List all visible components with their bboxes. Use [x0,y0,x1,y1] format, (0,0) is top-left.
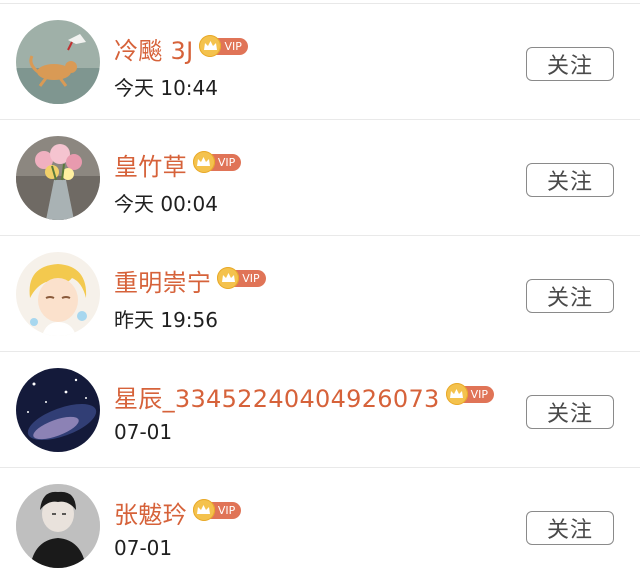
user-name[interactable]: 冷飈 3J [114,31,193,66]
visit-time: 今天 00:04 [114,192,218,216]
list-item[interactable]: 皇竹草 VIP 今天 00:04 关注 [0,120,640,236]
visit-time: 昨天 19:56 [114,308,218,332]
vip-badge: VIP [445,383,494,405]
follow-button[interactable]: 关注 [526,279,614,313]
list-item[interactable]: 张魃玪 VIP 07-01 关注 [0,468,640,584]
avatar[interactable] [16,20,100,104]
avatar[interactable] [16,136,100,220]
crown-icon [445,383,468,405]
visit-time: 07-01 [114,420,173,444]
name-line: 张魃玪 VIP [114,493,242,531]
name-line: 重明崇宁 VIP [114,261,266,299]
vip-badge: VIP [217,267,266,289]
list-item[interactable]: 重明崇宁 VIP 昨天 19:56 关注 [0,236,640,352]
list-item[interactable]: 冷飈 3J VIP 今天 10:44 关注 [0,4,640,120]
user-name[interactable]: 张魃玪 [114,495,187,530]
avatar[interactable] [16,368,100,452]
user-name[interactable]: 皇竹草 [114,147,187,182]
avatar[interactable] [16,252,100,336]
name-line: 皇竹草 VIP [114,145,242,183]
name-line: 冷飈 3J VIP [114,29,248,67]
visit-time: 今天 10:44 [114,76,218,100]
crown-icon [192,151,215,173]
crown-icon [192,499,215,521]
visit-time: 07-01 [114,536,173,560]
avatar[interactable] [16,484,100,568]
vip-badge: VIP [192,499,242,521]
follow-button[interactable]: 关注 [526,511,614,545]
list-item[interactable]: 星辰_33452240404926073 VIP 07-01 关注 [0,352,640,468]
vip-badge: VIP [192,151,242,173]
follow-list: 冷飈 3J VIP 今天 10:44 关注 皇竹草 VIP 今天 00:04 关… [0,0,640,584]
follow-button[interactable]: 关注 [526,395,614,429]
follow-button[interactable]: 关注 [526,47,614,81]
user-name[interactable]: 重明崇宁 [114,263,211,298]
user-name[interactable]: 星辰_33452240404926073 [114,379,440,414]
name-line: 星辰_33452240404926073 VIP [114,377,494,415]
vip-badge: VIP [199,35,248,57]
follow-button[interactable]: 关注 [526,163,614,197]
